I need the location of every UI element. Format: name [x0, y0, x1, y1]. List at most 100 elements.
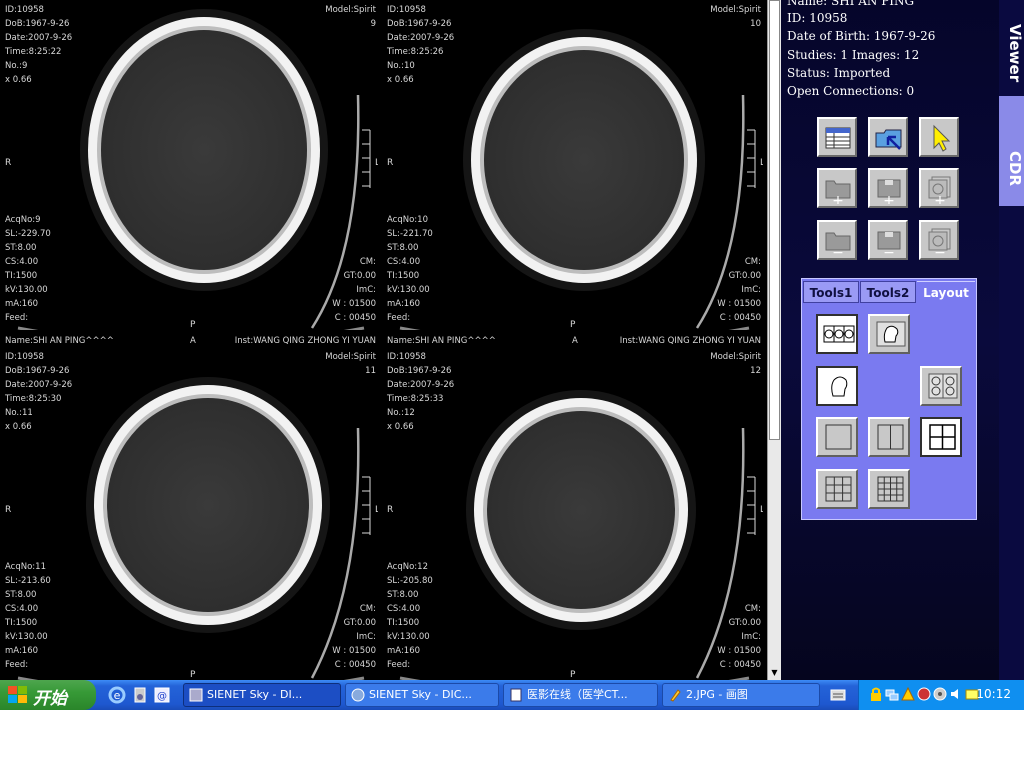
overlay-text: CM:: [744, 604, 761, 614]
overlay-text: Time:8:25:30: [5, 394, 62, 404]
orientation-label-right: R: [5, 505, 12, 515]
add-series-button[interactable]: +: [868, 168, 908, 208]
layout-compare-button[interactable]: [816, 314, 858, 354]
image-viewport[interactable]: L ID:10958 DoB:1967-9-26 Date:2007-9-26 Time…: [382, 0, 767, 330]
app-icon: [189, 688, 203, 702]
pointer-tool-button[interactable]: [919, 117, 959, 157]
orientation-label-anterior: A: [190, 336, 196, 346]
patient-dob: Date of Birth: 1967-9-26: [787, 29, 936, 43]
layout-3x3-button[interactable]: [816, 469, 858, 509]
image-minus-icon: −: [928, 228, 951, 256]
overlay-top-right: Model:Spirit 11: [325, 350, 376, 378]
overlay-text: No.:11: [5, 408, 33, 418]
overlay-text: Date:2007-9-26: [5, 33, 73, 43]
tab-viewer[interactable]: Viewer: [999, 0, 1024, 96]
remove-image-button[interactable]: −: [919, 220, 959, 260]
media-player-icon[interactable]: [131, 686, 149, 704]
patient-name-overlay: Name:SHI AN PING^^^^: [387, 336, 496, 346]
grid-1x2-icon: [877, 424, 904, 450]
overlay-text: x 0.66: [387, 75, 414, 85]
overlay-text: 10: [750, 19, 761, 29]
task-sienet-sky-1[interactable]: SIENET Sky - DI...: [183, 683, 341, 707]
scrollbar-thumb[interactable]: [769, 0, 780, 440]
side-tab-strip: Viewer CDR: [999, 0, 1024, 680]
overlay-bottom-right: CM: GT:0.00 ImC: W : 01500 C : 00450: [717, 602, 761, 672]
svg-text:L: L: [760, 505, 763, 515]
overlay-bottom-right: CM: GT:0.00 ImC: W : 01500 C : 00450: [332, 602, 376, 672]
patient-name-overlay: Name:SHI AN PING^^^^: [5, 336, 114, 346]
orientation-label-posterior: P: [190, 320, 196, 330]
tab-tools2[interactable]: Tools2: [860, 281, 916, 303]
tab-tools1[interactable]: Tools1: [803, 281, 859, 303]
layout-1x1-button[interactable]: [816, 417, 858, 457]
overlay-text: No.:9: [5, 61, 28, 71]
orientation-label-right: R: [387, 158, 394, 168]
image-plus-icon: +: [928, 176, 951, 204]
disc-icon[interactable]: [933, 687, 947, 701]
security-icon[interactable]: [917, 687, 931, 701]
overlay-text: Date:2007-9-26: [5, 380, 73, 390]
overlay-text: kV:130.00: [387, 632, 430, 642]
remove-series-button[interactable]: −: [868, 220, 908, 260]
overlay-top-left: ID:10958 DoB:1967-9-26 Date:2007-9-26 Time:…: [387, 3, 454, 87]
tab-cdr[interactable]: CDR: [999, 96, 1024, 206]
overlay-text: C : 00450: [719, 660, 761, 670]
add-study-folder-button[interactable]: +: [817, 168, 857, 208]
folder-minus-icon: −: [825, 232, 851, 256]
document-icon: [510, 688, 522, 702]
overlay-text: C : 00450: [334, 313, 376, 323]
overlay-text: W : 01500: [717, 299, 761, 309]
vertical-scrollbar[interactable]: ▼: [767, 0, 782, 680]
layout-head-selected-button[interactable]: [816, 366, 858, 406]
remove-study-folder-button[interactable]: −: [817, 220, 857, 260]
layout-1x2-button[interactable]: [868, 417, 910, 457]
orientation-label-posterior: P: [570, 670, 576, 680]
browser-icon[interactable]: @: [153, 686, 171, 704]
overlay-top-left: ID:10958 DoB:1967-9-26 Date:2007-9-26 Time:…: [5, 350, 72, 434]
scale-ruler: L: [362, 129, 378, 188]
overlay-text: Time:8:25:33: [387, 394, 444, 404]
overlay-text: 11: [365, 366, 376, 376]
orientation-label-right: R: [5, 158, 12, 168]
series-minus-icon: −: [877, 231, 901, 256]
overlay-text: DoB:1967-9-26: [387, 19, 452, 29]
task-browser[interactable]: 医影在线（医学CT...: [503, 683, 658, 707]
tab-layout[interactable]: Layout: [917, 281, 975, 303]
overlay-text: 9: [370, 19, 376, 29]
layout-4x4-button[interactable]: [868, 469, 910, 509]
folder-plus-icon: +: [825, 180, 851, 204]
volume-icon[interactable]: [949, 687, 963, 701]
add-image-button[interactable]: +: [919, 168, 959, 208]
overlay-text: x 0.66: [5, 75, 32, 85]
network-icon[interactable]: [885, 687, 899, 701]
warning-icon[interactable]: [901, 687, 915, 701]
overlay-text: Model:Spirit: [325, 352, 376, 362]
open-folder-button[interactable]: [868, 117, 908, 157]
scroll-down-arrow[interactable]: ▼: [769, 668, 780, 678]
layout-2x2-button[interactable]: [920, 417, 962, 457]
svg-text:−: −: [883, 245, 895, 256]
overlay-text: ID:10958: [387, 5, 426, 15]
task-sienet-sky-2[interactable]: SIENET Sky - DIC...: [345, 683, 499, 707]
overlay-bottom-right: CM: GT:0.00 ImC: W : 01500 C : 00450: [332, 255, 376, 325]
multi-head-icon: [823, 325, 855, 343]
overlay-text: Date:2007-9-26: [387, 380, 455, 390]
study-list-button[interactable]: [817, 117, 857, 157]
task-paint[interactable]: 2.JPG - 画图: [662, 683, 820, 707]
layout-single-head-button[interactable]: [868, 314, 910, 354]
keyboard-icon[interactable]: [830, 688, 846, 702]
image-viewport[interactable]: L ID:10958 DoB:1967-9-26 Date:2007-9-26 Time…: [0, 333, 382, 680]
series-plus-icon: +: [877, 179, 901, 204]
image-viewport[interactable]: L ID:10958 DoB:1967-9-26 Date:2007-9-26 Time…: [382, 333, 767, 680]
overlay-text: DoB:1967-9-26: [387, 366, 452, 376]
image-viewport[interactable]: L ID:10958 DoB:1967-9-26 Date:2007-9-26 Time…: [0, 0, 382, 330]
layout-split-head-button[interactable]: [920, 366, 962, 406]
orientation-label-anterior: A: [572, 336, 578, 346]
lock-icon[interactable]: [869, 687, 883, 701]
overlay-text: SL:-221.70: [387, 229, 433, 239]
overlay-text: TI:1500: [387, 271, 420, 281]
start-button[interactable]: 开始: [0, 680, 96, 710]
ie-icon[interactable]: e: [108, 686, 126, 704]
overlay-text: CM:: [744, 257, 761, 267]
overlay-text: GT:0.00: [343, 271, 376, 281]
